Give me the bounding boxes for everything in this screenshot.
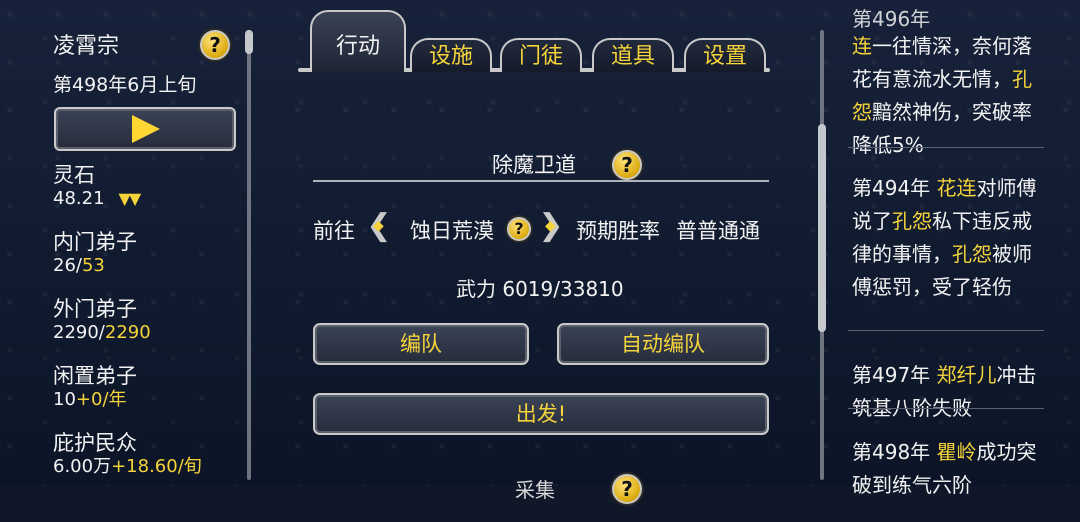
stat-value: 48.21 (53, 188, 105, 209)
log-separator (848, 408, 1044, 409)
log-entry: 第498年 瞿岭成功突破到练气六阶 (852, 416, 1044, 522)
log-name: 连 (852, 34, 872, 58)
stat-label: 外门弟子 (53, 297, 137, 321)
stat-value-cap: 53 (81, 255, 105, 276)
stat-label: 闲置弟子 (53, 364, 137, 388)
log-year: 第494年 (852, 176, 937, 200)
mission-title: 除魔卫道 (492, 153, 576, 177)
tab-disciples[interactable]: 门徒 (500, 38, 582, 72)
log-year: 第498年 (852, 440, 937, 464)
advance-time-button[interactable] (54, 107, 236, 151)
log-name: 郑纤儿 (936, 363, 997, 387)
left-scrollbar-thumb[interactable] (245, 30, 253, 54)
auto-team-button[interactable]: 自动编队 (557, 323, 769, 365)
sect-help-icon[interactable]: ? (198, 28, 232, 62)
tab-items[interactable]: 道具 (592, 38, 674, 72)
location-name: 蚀日荒漠 (410, 219, 494, 243)
tab-actions[interactable]: 行动 (310, 10, 406, 72)
stat-value: 10 (53, 389, 76, 410)
log-name: 孔怨 (952, 242, 992, 266)
next-location-button[interactable]: ◆ ❯ (538, 206, 564, 246)
log-year: 第497年 (852, 363, 937, 387)
log-name: 瞿岭 (936, 440, 977, 464)
log-text: 黯然神伤，突破率降低5% (852, 100, 1032, 157)
stat-value: 26/ (53, 255, 82, 276)
stat-label: 内门弟子 (53, 230, 137, 254)
stat-label: 庇护民众 (53, 431, 137, 455)
diamond-icon: ◆ (373, 218, 384, 234)
stat-idle-disciples[interactable]: 闲置弟子 10+0/年 (53, 363, 137, 411)
diamond-icon: ◆ (545, 218, 556, 234)
log-separator (848, 330, 1044, 331)
stat-spirit-stones: 灵石 48.21 ▼▼ (53, 162, 142, 210)
sect-name: 凌霄宗 (53, 34, 120, 59)
stat-value-rate: +0/年 (75, 389, 127, 410)
log-entry: 第494年 花连对师傅说了孔怨私下违反戒律的事情，孔怨被师傅惩罚，受了轻伤 (852, 152, 1044, 324)
game-date: 第498年6月上旬 (53, 74, 197, 96)
down-arrows-icon: ▼▼ (118, 189, 142, 208)
power-readout: 武力 6019/33810 (456, 277, 624, 301)
log-separator (848, 147, 1044, 148)
stat-value-rate: +18.60/旬 (111, 456, 202, 477)
left-scrollbar-track[interactable] (247, 30, 251, 480)
stat-outer-disciples[interactable]: 外门弟子 2290/2290 (53, 296, 151, 344)
stat-label: 灵石 (53, 163, 95, 187)
tab-settings[interactable]: 设置 (684, 38, 766, 72)
sect-info-panel: 凌霄宗 ? 第498年6月上旬 灵石 48.21 ▼▼ 内门弟子 26/53 外门… (0, 0, 245, 486)
log-name: 孔怨 (892, 209, 932, 233)
win-rate-label: 预期胜率 (576, 219, 660, 243)
section-divider (313, 180, 769, 182)
log-name: 花连 (936, 176, 977, 200)
goto-label: 前往 (313, 219, 355, 243)
stat-value: 6.00万 (53, 456, 112, 477)
play-icon (132, 115, 160, 143)
log-text: 一往情深，奈何落花有意流水无情， (852, 34, 1032, 91)
win-rate-value: 普普通通 (676, 219, 760, 243)
location-help-icon[interactable]: ? (505, 215, 533, 243)
next-mission-help-icon[interactable]: ? (610, 472, 644, 506)
team-button[interactable]: 编队 (313, 323, 529, 365)
prev-location-button[interactable]: ◆ ❮ (366, 206, 392, 246)
mission-help-icon[interactable]: ? (610, 148, 644, 182)
stat-value: 2290/ (53, 322, 105, 343)
stat-value-cap: 2290 (104, 322, 151, 343)
stat-inner-disciples[interactable]: 内门弟子 26/53 (53, 229, 137, 277)
depart-button[interactable]: 出发! (313, 393, 769, 435)
tab-facilities[interactable]: 设施 (410, 38, 492, 72)
next-mission-title: 采集 (515, 478, 555, 502)
center-scrollbar-thumb[interactable] (818, 124, 826, 332)
stat-protected-people[interactable]: 庇护民众 6.00万+18.60/旬 (53, 430, 202, 478)
